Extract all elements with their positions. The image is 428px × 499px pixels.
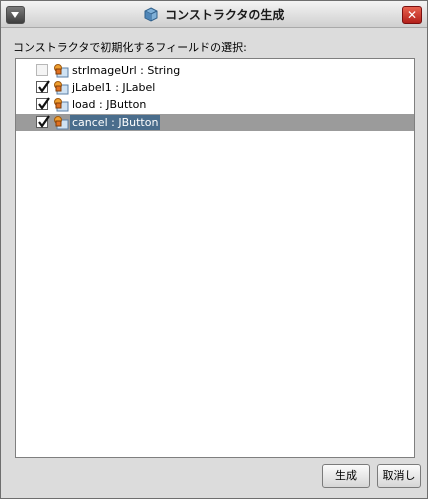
field-label: cancel : JButton [70, 115, 161, 130]
generate-button[interactable]: 生成 [322, 464, 370, 488]
list-item-jLabel1[interactable]: jLabel1 : JLabel [16, 79, 414, 96]
checkbox-cancel[interactable] [36, 115, 50, 128]
bean-icon [144, 7, 158, 22]
private-field-icon [54, 98, 69, 112]
checkmark-icon [38, 80, 50, 93]
title-bar[interactable]: コンストラクタの生成 ✕ [1, 1, 427, 28]
private-field-icon [54, 116, 69, 130]
list-item-cancel[interactable]: cancel : JButton [16, 114, 414, 131]
list-item-strImageUrl[interactable]: strImageUrl : String [16, 62, 414, 79]
checkbox-jLabel1[interactable] [36, 80, 50, 93]
field-label: strImageUrl : String [72, 64, 181, 77]
private-field-icon [54, 81, 69, 95]
checkbox-load[interactable] [36, 97, 50, 110]
field-list[interactable]: strImageUrl : String jLabel1 : JLabel lo… [15, 58, 415, 458]
list-item-load[interactable]: load : JButton [16, 96, 414, 113]
checkmark-icon [38, 97, 50, 110]
window-title: コンストラクタの生成 [165, 8, 285, 22]
close-icon: ✕ [406, 8, 418, 22]
title-area: コンストラクタの生成 [1, 6, 427, 23]
dialog-window: コンストラクタの生成 ✕ コンストラクタで初期化するフィールドの選択: strI… [0, 0, 428, 499]
field-selection-prompt: コンストラクタで初期化するフィールドの選択: [13, 41, 247, 54]
checkmark-icon [38, 115, 50, 128]
field-label: jLabel1 : JLabel [72, 81, 156, 94]
checkbox-strImageUrl[interactable] [36, 64, 48, 76]
close-button[interactable]: ✕ [402, 6, 422, 24]
field-label: load : JButton [72, 98, 147, 111]
cancel-button[interactable]: 取消し [377, 464, 421, 488]
private-field-icon [54, 64, 69, 78]
